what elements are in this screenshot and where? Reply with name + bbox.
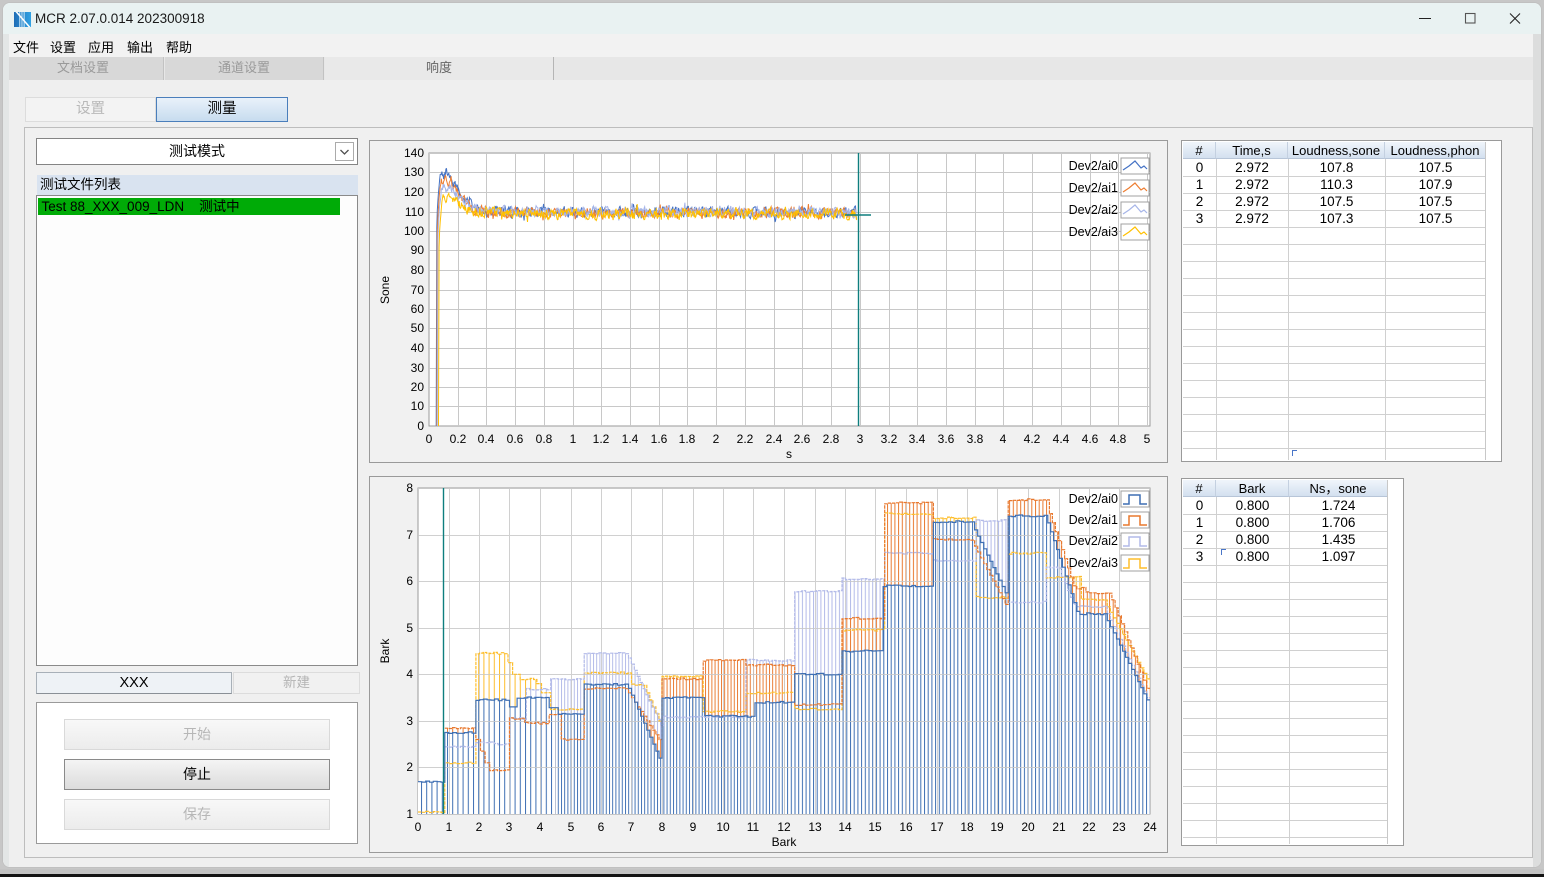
svg-text:Dev2/ai3: Dev2/ai3 — [1069, 556, 1118, 570]
svg-text:2: 2 — [406, 760, 413, 774]
svg-text:2: 2 — [476, 820, 483, 834]
svg-text:100: 100 — [404, 224, 424, 238]
svg-text:2.4: 2.4 — [766, 432, 783, 446]
svg-text:1.4: 1.4 — [622, 432, 639, 446]
svg-text:13: 13 — [808, 820, 822, 834]
svg-text:Sone: Sone — [378, 276, 392, 304]
svg-text:15: 15 — [868, 820, 882, 834]
svg-text:Bark: Bark — [378, 638, 392, 664]
svg-text:1.8: 1.8 — [679, 432, 696, 446]
svg-text:17: 17 — [930, 820, 944, 834]
svg-text:60: 60 — [411, 302, 425, 316]
svg-text:8: 8 — [659, 820, 666, 834]
svg-text:3.8: 3.8 — [967, 432, 984, 446]
svg-text:Dev2/ai1: Dev2/ai1 — [1069, 513, 1118, 527]
svg-text:Bark: Bark — [772, 835, 798, 849]
svg-text:80: 80 — [411, 263, 425, 277]
svg-text:6: 6 — [406, 574, 413, 588]
svg-text:Dev2/ai2: Dev2/ai2 — [1069, 534, 1118, 548]
svg-text:12: 12 — [777, 820, 791, 834]
svg-text:20: 20 — [411, 380, 425, 394]
svg-text:3: 3 — [857, 432, 864, 446]
svg-text:4: 4 — [537, 820, 544, 834]
svg-text:Dev2/ai0: Dev2/ai0 — [1069, 159, 1118, 173]
svg-text:110: 110 — [405, 205, 424, 219]
svg-text:140: 140 — [404, 146, 424, 160]
svg-text:90: 90 — [411, 243, 425, 257]
svg-text:Dev2/ai3: Dev2/ai3 — [1069, 225, 1118, 239]
svg-text:23: 23 — [1112, 820, 1126, 834]
svg-text:4.6: 4.6 — [1082, 432, 1099, 446]
svg-text:Dev2/ai0: Dev2/ai0 — [1069, 492, 1118, 506]
svg-text:1: 1 — [570, 432, 577, 446]
svg-text:11: 11 — [747, 820, 760, 834]
svg-text:3.4: 3.4 — [909, 432, 926, 446]
svg-text:0: 0 — [415, 820, 422, 834]
svg-text:1.6: 1.6 — [651, 432, 668, 446]
svg-text:20: 20 — [1021, 820, 1035, 834]
svg-text:4: 4 — [1000, 432, 1007, 446]
svg-text:120: 120 — [404, 185, 424, 199]
svg-text:1.2: 1.2 — [593, 432, 610, 446]
svg-text:4.8: 4.8 — [1110, 432, 1127, 446]
svg-text:0.8: 0.8 — [536, 432, 553, 446]
svg-text:14: 14 — [838, 820, 852, 834]
svg-text:Dev2/ai1: Dev2/ai1 — [1069, 181, 1118, 195]
svg-text:0: 0 — [426, 432, 433, 446]
svg-text:6: 6 — [598, 820, 605, 834]
svg-text:5: 5 — [406, 621, 413, 635]
svg-text:7: 7 — [628, 820, 635, 834]
svg-text:1: 1 — [446, 820, 453, 834]
svg-text:Dev2/ai2: Dev2/ai2 — [1069, 203, 1118, 217]
svg-text:2.2: 2.2 — [737, 432, 754, 446]
svg-text:9: 9 — [690, 820, 697, 834]
svg-text:0.6: 0.6 — [507, 432, 524, 446]
svg-text:s: s — [786, 447, 792, 461]
svg-text:22: 22 — [1082, 820, 1096, 834]
svg-text:70: 70 — [411, 283, 425, 297]
svg-text:0.4: 0.4 — [478, 432, 495, 446]
svg-text:0: 0 — [417, 419, 424, 433]
svg-text:40: 40 — [411, 341, 425, 355]
svg-text:0.2: 0.2 — [450, 432, 467, 446]
svg-text:10: 10 — [716, 820, 730, 834]
svg-text:7: 7 — [406, 528, 413, 542]
svg-text:30: 30 — [411, 361, 425, 375]
svg-text:3: 3 — [506, 820, 513, 834]
svg-text:4.2: 4.2 — [1024, 432, 1041, 446]
svg-text:10: 10 — [411, 399, 425, 413]
svg-text:50: 50 — [411, 321, 425, 335]
svg-text:16: 16 — [899, 820, 913, 834]
svg-text:3.6: 3.6 — [938, 432, 955, 446]
svg-text:3.2: 3.2 — [881, 432, 898, 446]
svg-text:4: 4 — [406, 667, 413, 681]
svg-text:2.8: 2.8 — [823, 432, 840, 446]
svg-text:5: 5 — [568, 820, 575, 834]
svg-text:8: 8 — [406, 481, 413, 495]
svg-text:130: 130 — [404, 165, 424, 179]
svg-text:1: 1 — [406, 807, 413, 821]
svg-text:5: 5 — [1144, 432, 1151, 446]
svg-text:2: 2 — [713, 432, 720, 446]
svg-text:4.4: 4.4 — [1053, 432, 1070, 446]
svg-text:3: 3 — [406, 714, 413, 728]
svg-text:18: 18 — [960, 820, 974, 834]
svg-text:19: 19 — [990, 820, 1004, 834]
svg-text:21: 21 — [1052, 820, 1066, 834]
svg-text:24: 24 — [1143, 820, 1157, 834]
svg-text:2.6: 2.6 — [794, 432, 811, 446]
